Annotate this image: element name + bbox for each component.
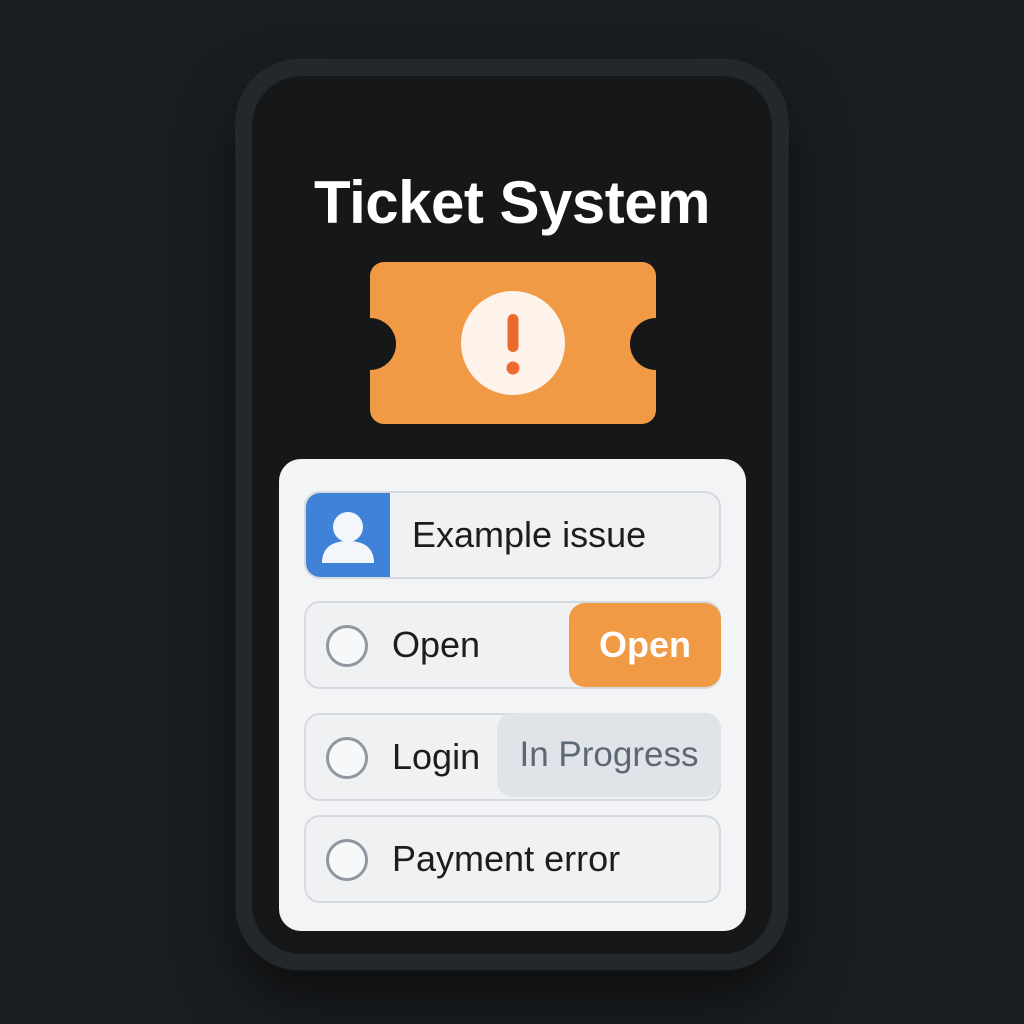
radio-button[interactable] xyxy=(326,625,368,667)
app-screen: Ticket System Example issue Open Open Lo… xyxy=(252,76,772,954)
issue-input-row[interactable]: Example issue xyxy=(304,491,721,579)
radio-button[interactable] xyxy=(326,839,368,881)
ticket-list-card: Example issue Open Open Login In Progres… xyxy=(279,459,746,931)
ticket-label: Open xyxy=(392,624,481,665)
issue-text: Example issue xyxy=(412,514,647,555)
ticket-alert-icon xyxy=(370,262,656,429)
ticket-row-open[interactable]: Open Open xyxy=(304,601,721,689)
ticket-label: Payment error xyxy=(392,838,621,879)
page-title: Ticket System xyxy=(314,169,710,236)
ticket-row-login[interactable]: Login In Progress xyxy=(304,713,721,801)
phone-frame: Ticket System Example issue Open Open Lo… xyxy=(236,60,788,970)
status-badge-in-progress[interactable]: In Progress xyxy=(497,713,721,797)
user-avatar-icon xyxy=(306,493,390,577)
status-badge-open[interactable]: Open xyxy=(569,603,721,687)
ticket-row-payment-error[interactable]: Payment error xyxy=(304,815,721,903)
radio-button[interactable] xyxy=(326,737,368,779)
ticket-label: Login xyxy=(392,736,481,777)
